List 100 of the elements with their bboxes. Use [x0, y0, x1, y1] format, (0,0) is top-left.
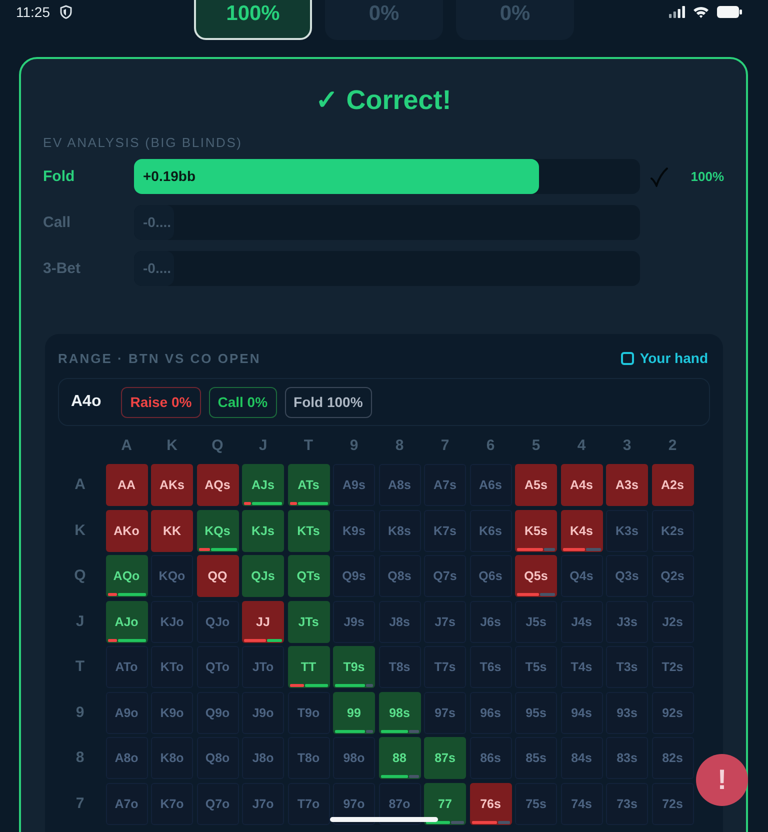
hand-label: TT: [300, 660, 316, 674]
hand-label: K6s: [479, 524, 502, 538]
result-title: ✓ Correct!: [314, 84, 452, 116]
score-tab[interactable]: 100%: [194, 0, 312, 40]
signal-icon: [669, 6, 685, 18]
column-label: 9: [350, 437, 358, 455]
hand-label: QJo: [205, 614, 230, 628]
hand-label: J9o: [252, 706, 274, 720]
hand-label: Q5s: [524, 569, 548, 583]
square-icon: [620, 352, 634, 364]
action-label: 3-Bet: [43, 260, 81, 277]
hand-label: AKs: [159, 478, 184, 492]
hand-label: KTo: [160, 660, 184, 674]
column-label: 6: [486, 437, 495, 455]
hand-label: A4s: [570, 478, 593, 492]
hand-label: 97s: [434, 706, 456, 720]
hand-label: J4s: [571, 614, 592, 628]
hand-label: 77: [438, 796, 452, 810]
hand-label: J7s: [434, 614, 456, 628]
hand-label: 94s: [571, 706, 592, 720]
hand-label: AJs: [252, 478, 274, 492]
hand-label: QTo: [205, 660, 230, 674]
hand-label: 74s: [571, 796, 592, 810]
range-title: RANGE · BTN VS CO OPEN: [58, 350, 261, 366]
hand-label: 92s: [662, 706, 683, 720]
hand-label: A7o: [114, 796, 138, 810]
hand-label: A5s: [524, 478, 548, 492]
hand-label: T3s: [616, 660, 638, 674]
hand-name: A4o: [71, 393, 102, 411]
hand-label: A9o: [114, 706, 138, 720]
hand-label: AJo: [114, 614, 138, 628]
hand-label: 86s: [480, 751, 501, 765]
hand-label: 82s: [662, 751, 683, 765]
column-label: 3: [622, 437, 632, 455]
hand-label: 93s: [616, 706, 638, 720]
column-label: 5: [532, 437, 540, 455]
hand-label: 85s: [526, 751, 546, 765]
column-label: A: [121, 437, 132, 455]
hand-label: J6s: [480, 614, 501, 628]
hand-label: A9s: [342, 478, 366, 492]
hand-label: T8o: [297, 751, 320, 765]
hand-label: T2s: [662, 660, 684, 674]
hand-label: T9o: [297, 706, 320, 720]
hand-label: T7s: [434, 660, 456, 674]
hand-label: 88: [392, 751, 406, 765]
hand-label: AQs: [204, 478, 230, 492]
row-label: 8: [76, 749, 84, 767]
hand-label: J3s: [616, 614, 638, 628]
hand-label: 75s: [526, 796, 546, 810]
action-label: Call: [43, 214, 71, 231]
hand-label: 96s: [480, 706, 501, 720]
hand-label: T4s: [570, 660, 592, 674]
column-label: 8: [395, 437, 404, 455]
hand-label: Q8o: [205, 751, 230, 765]
shield-icon: [60, 5, 72, 19]
row-label: K: [74, 522, 86, 540]
status-time: 11:25: [16, 4, 50, 20]
row-label: Q: [74, 567, 86, 585]
hand-label: 87o: [388, 796, 410, 810]
hand-label: 98o: [343, 751, 365, 765]
action-badge: Fold 100%: [284, 386, 372, 418]
hand-label: Q9o: [205, 706, 230, 720]
hand-label: K4s: [570, 524, 593, 538]
hand-label: JTo: [252, 660, 274, 674]
hand-label: A6s: [479, 478, 502, 492]
hand-label: J2s: [662, 614, 683, 628]
check-icon: [650, 166, 668, 186]
hand-label: K3s: [616, 524, 638, 538]
hand-label: A8o: [114, 751, 138, 765]
hand-label: KK: [162, 524, 182, 538]
ev-value: -0....: [143, 260, 172, 277]
column-label: 2: [668, 437, 677, 455]
hand-label: KJs: [252, 524, 274, 538]
hand-label: QQ: [208, 569, 228, 583]
hand-label: T8s: [388, 660, 410, 674]
hand-label: T7o: [297, 796, 320, 810]
frequency-value: 100%: [690, 169, 724, 184]
hand-label: A7s: [434, 478, 456, 492]
hand-label: T5s: [525, 660, 547, 674]
hand-label: JJ: [256, 614, 270, 628]
hand-label: KQo: [158, 569, 186, 583]
hand-label: K9s: [342, 524, 366, 538]
hand-label: A2s: [661, 478, 684, 492]
hand-label: Q8s: [388, 569, 412, 583]
hand-label: K8s: [388, 524, 411, 538]
hand-label: K2s: [661, 524, 684, 538]
hand-label: K5s: [524, 524, 548, 538]
action-badge: Call 0%: [208, 386, 277, 418]
hand-label: 95s: [526, 706, 546, 720]
hand-label: AQo: [113, 569, 140, 583]
hand-label: ATo: [115, 660, 138, 674]
action-label: Fold: [43, 168, 75, 185]
column-label: K: [166, 437, 178, 455]
section-heading: EV ANALYSIS (BIG BLINDS): [43, 135, 244, 151]
hand-label: Q4s: [570, 569, 594, 583]
hand-label: Q7s: [433, 569, 457, 583]
hand-label: 76s: [480, 796, 501, 810]
row-label: 9: [76, 704, 84, 722]
hand-label: T9s: [343, 660, 365, 674]
hand-label: 98s: [389, 706, 410, 720]
